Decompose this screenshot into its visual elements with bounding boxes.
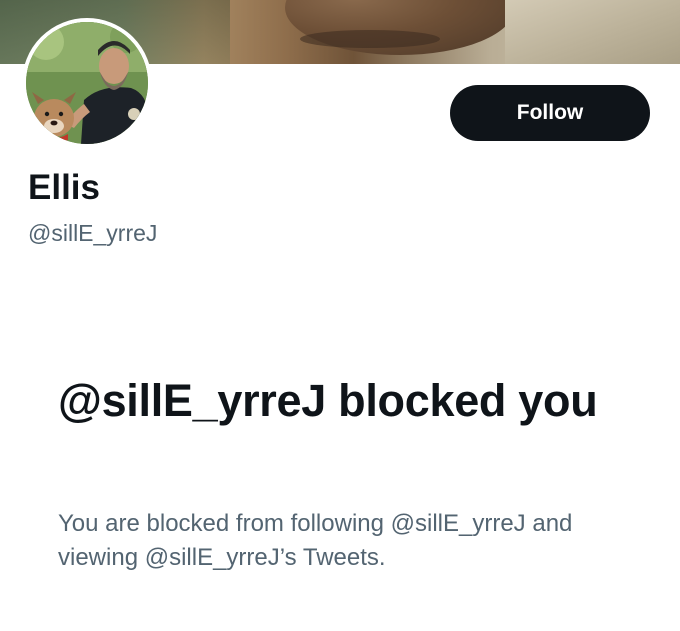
display-name: Ellis xyxy=(28,168,100,207)
blocked-title: @sillE_yrreJ blocked you xyxy=(58,375,598,426)
banner-clothing xyxy=(505,0,680,64)
follow-button[interactable]: Follow xyxy=(450,85,650,141)
avatar[interactable] xyxy=(22,18,152,148)
avatar-photo xyxy=(26,22,148,144)
handle: @sillE_yrreJ xyxy=(28,220,158,246)
banner-dog-mouth xyxy=(300,30,440,48)
blocked-description: You are blocked from following @sillE_yr… xyxy=(58,510,573,571)
